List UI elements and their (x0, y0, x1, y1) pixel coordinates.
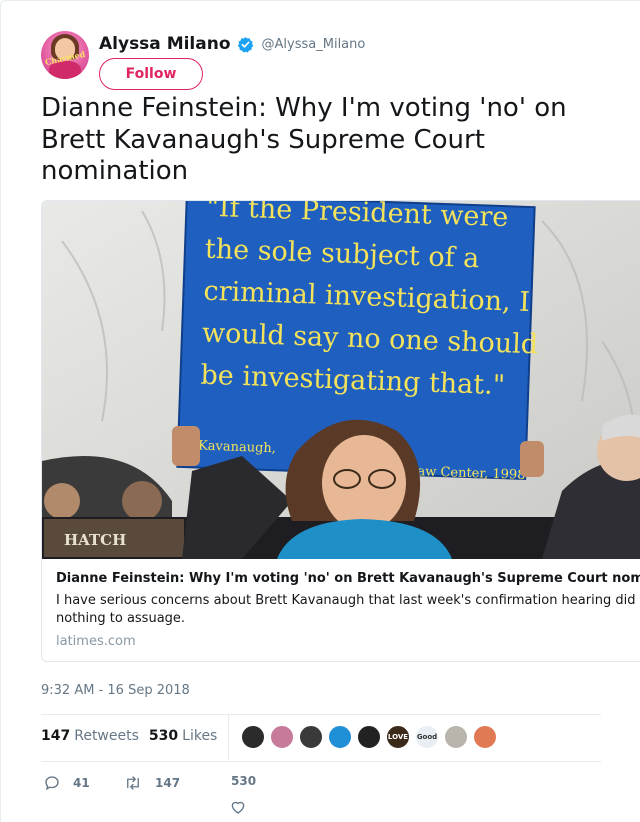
liker-avatar-9[interactable] (473, 725, 497, 749)
reply-icon (45, 776, 59, 790)
heart-icon (231, 801, 245, 814)
author-avatar[interactable]: Charmed (41, 31, 89, 79)
like-count-label: 530 (231, 774, 256, 788)
card-body[interactable]: Dianne Feinstein: Why I'm voting 'no' on… (56, 571, 640, 649)
retweet-action[interactable]: 147 (123, 774, 180, 792)
link-card[interactable]: HATCH "If the President were the sole su… (41, 200, 640, 662)
author-name-row: Alyssa Milano @Alyssa_Milano (99, 32, 365, 56)
liker-avatar-1[interactable] (241, 725, 265, 749)
hand-right (520, 441, 544, 477)
card-photo[interactable]: HATCH "If the President were the sole su… (42, 201, 640, 559)
audience-head-2 (122, 481, 162, 521)
stats-separator (228, 714, 229, 760)
audience-head-1 (44, 483, 80, 519)
retweets-count: 147 (41, 728, 71, 744)
liker-avatar-5[interactable] (357, 725, 381, 749)
retweet-count: 147 (155, 776, 181, 790)
retweets-label: Retweets (74, 728, 139, 744)
tweet-stats: 147 Retweets 530 Likes (41, 728, 227, 744)
tweet-container: Charmed Alyssa Milano @Alyssa_Milano Fol… (0, 0, 640, 822)
tweet-text: Dianne Feinstein: Why I'm voting 'no' on… (41, 93, 567, 186)
retweet-icon (127, 776, 139, 790)
card-domain[interactable]: latimes.com (56, 634, 640, 649)
liker-avatar-6[interactable]: LOVE (386, 725, 410, 749)
liker-avatar-7[interactable]: Good (415, 725, 439, 749)
tweet-actions: 41 147 530 (41, 774, 601, 814)
liker-avatar-3[interactable] (299, 725, 323, 749)
tweet-timestamp[interactable]: 9:32 AM - 16 Sep 2018 (41, 683, 190, 698)
likes-stat[interactable]: 530 Likes (149, 728, 217, 744)
likes-label: Likes (182, 728, 218, 744)
reply-action[interactable]: 41 (43, 774, 90, 792)
card-description: I have serious concerns about Brett Kava… (56, 593, 636, 626)
retweets-stat[interactable]: 147 Retweets (41, 728, 139, 744)
liker-avatars: LOVE Good (241, 725, 502, 749)
like-action[interactable] (229, 798, 259, 816)
follow-button[interactable]: Follow (99, 58, 203, 90)
hand-left (172, 426, 200, 466)
card-title[interactable]: Dianne Feinstein: Why I'm voting 'no' on… (56, 571, 640, 586)
nameplate-text: HATCH (64, 531, 126, 549)
liker-avatar-2[interactable] (270, 725, 294, 749)
like-count: 530 (231, 774, 257, 788)
sign-attribution-left: Kavanaugh, (198, 439, 276, 457)
author-display-name[interactable]: Alyssa Milano (99, 34, 231, 54)
divider-bottom (41, 761, 601, 762)
author-handle[interactable]: @Alyssa_Milano (262, 37, 366, 52)
hearing-photo: HATCH "If the President were the sole su… (42, 201, 640, 559)
divider-top (41, 714, 601, 715)
liker-avatar-8[interactable] (444, 725, 468, 749)
likes-count: 530 (148, 728, 179, 744)
reply-count: 41 (73, 776, 90, 790)
liker-avatar-4[interactable] (328, 725, 352, 749)
verified-badge-icon (237, 36, 253, 53)
